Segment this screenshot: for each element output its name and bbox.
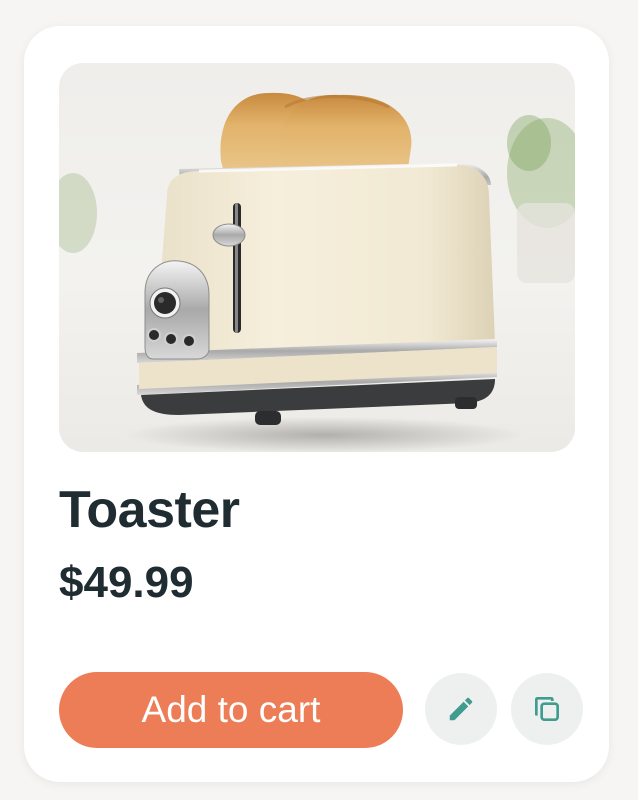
product-price: $49.99 <box>59 558 194 607</box>
product-image <box>59 63 575 452</box>
edit-button[interactable] <box>425 673 497 745</box>
product-title: Toaster <box>59 481 240 539</box>
pencil-icon <box>446 694 476 724</box>
product-card: Toaster $49.99 Add to cart <box>24 26 609 782</box>
add-to-cart-button[interactable]: Add to cart <box>59 672 403 748</box>
copy-icon <box>531 693 563 725</box>
copy-button[interactable] <box>511 673 583 745</box>
